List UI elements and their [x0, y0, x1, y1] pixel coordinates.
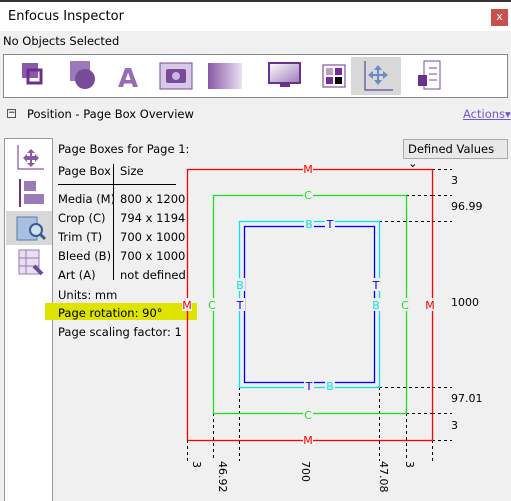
dim-bottom-label: 47.08 — [377, 461, 390, 493]
media-label-right: M — [425, 299, 435, 312]
dim-right-label: 96.99 — [451, 200, 483, 213]
trim-label-right: T — [372, 279, 380, 292]
dim-bottom-label: 3 — [190, 461, 203, 468]
trim-label-left: T — [236, 299, 244, 312]
trim-label-bottom: T — [305, 380, 313, 393]
bleed-label-left: B — [236, 279, 244, 292]
media-label-bottom: M — [303, 434, 313, 447]
crop-label-right: C — [401, 299, 409, 312]
dim-right-label: 97.01 — [451, 392, 483, 405]
dim-right-label: 3 — [451, 174, 458, 187]
crop-label-left: C — [208, 299, 216, 312]
dim-bottom-label: 700 — [299, 461, 312, 482]
dim-bottom-label: 3 — [403, 461, 416, 468]
crop-label-top: C — [304, 189, 312, 202]
dim-right-label: 3 — [451, 419, 458, 432]
bleed-label-right: B — [372, 299, 380, 312]
dim-right-label: 1000 — [451, 296, 479, 309]
page-box-diagram: MMM MCCC CB TT BBTTB396.99100097.0133 46.92 70… — [182, 162, 483, 493]
bleed-label-bottom: B — [326, 380, 334, 393]
bleed-label-top: B — [305, 218, 313, 231]
trim-label-top: T — [326, 218, 334, 231]
media-label-top: M — [303, 163, 313, 176]
dim-bottom-label: 46.92 — [216, 461, 229, 493]
trim-box — [243, 225, 376, 384]
media-box — [186, 168, 434, 442]
media-label-left: M — [182, 299, 192, 312]
crop-label-bottom: C — [304, 409, 312, 422]
bleed-box — [238, 220, 381, 389]
